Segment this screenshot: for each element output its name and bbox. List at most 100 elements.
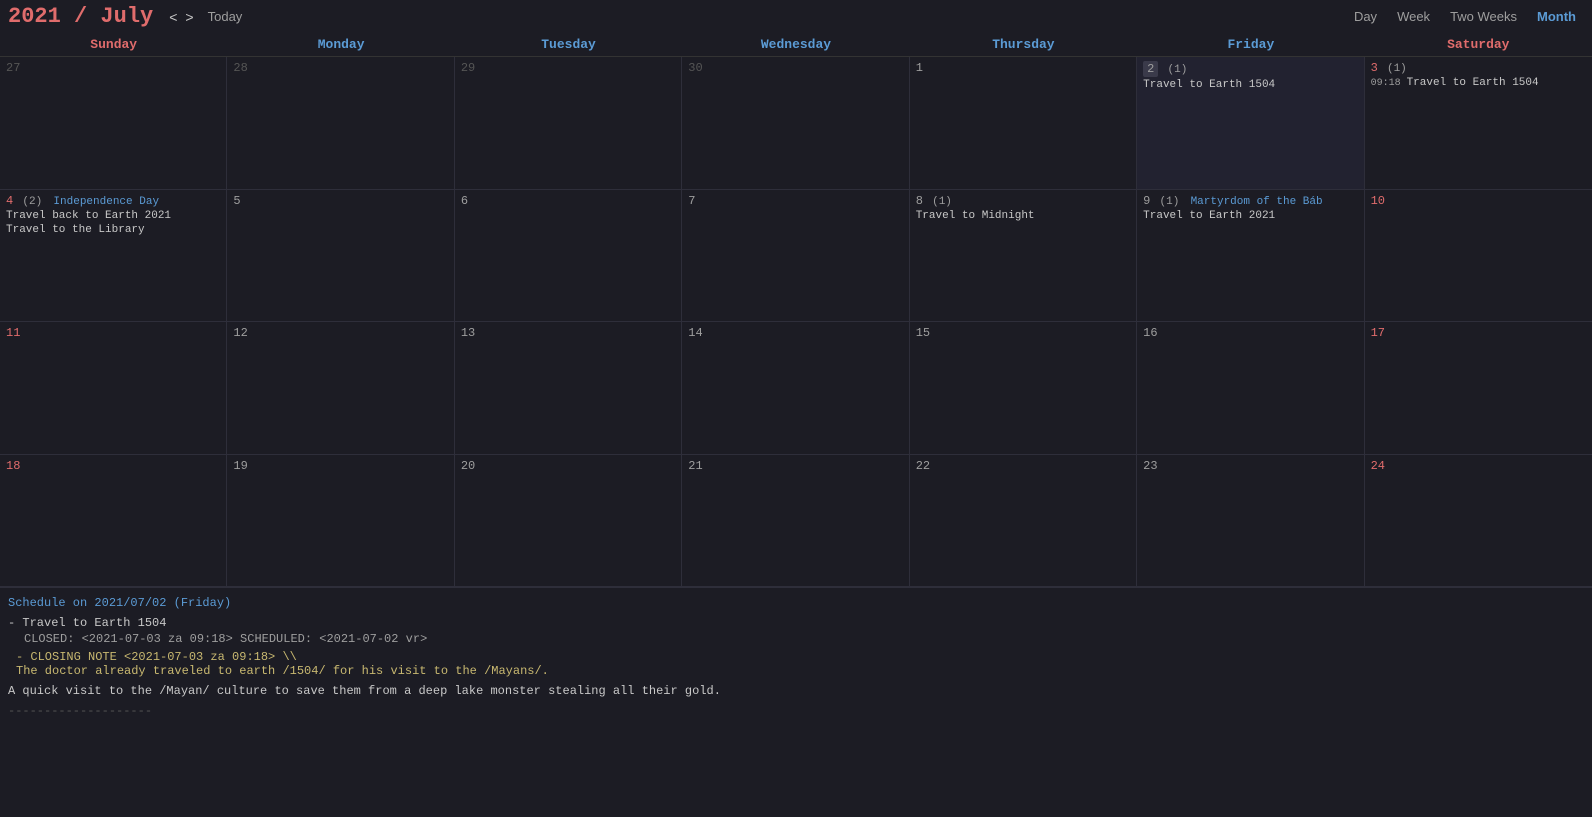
day-cell-jul6[interactable]: 6: [455, 190, 682, 323]
event-travel-back-earth[interactable]: Travel back to Earth 2021: [6, 210, 220, 222]
today-button[interactable]: Today: [202, 9, 249, 24]
day-cell-jul1[interactable]: 1: [910, 57, 1137, 190]
event-travel-earth-1504-sat[interactable]: 09:18 Travel to Earth 1504: [1371, 77, 1586, 89]
day-cell-jul24[interactable]: 24: [1365, 455, 1592, 588]
holiday-label: Independence Day: [53, 196, 159, 208]
detail-closing-label: - CLOSING NOTE <2021-07-03 za 09:18> \\: [16, 650, 1584, 664]
week-view-button[interactable]: Week: [1389, 7, 1438, 26]
day-extra: (1): [1168, 64, 1188, 76]
day-cell-jul3[interactable]: 3 (1) 09:18 Travel to Earth 1504: [1365, 57, 1592, 190]
day-extra: (1): [1387, 63, 1407, 75]
day-number: 13: [461, 326, 475, 340]
detail-header: Schedule on 2021/07/02 (Friday): [8, 596, 1584, 610]
day-cell-jul7[interactable]: 7: [682, 190, 909, 323]
day-number: 6: [461, 194, 468, 208]
event-travel-earth-1504[interactable]: Travel to Earth 1504: [1143, 79, 1357, 91]
day-number: 23: [1143, 459, 1157, 473]
day-cell-jul23[interactable]: 23: [1137, 455, 1364, 588]
saturday-header: Saturday: [1365, 33, 1592, 56]
day-cell-jul21[interactable]: 21: [682, 455, 909, 588]
day-number: 10: [1371, 194, 1385, 208]
day-number: 7: [688, 194, 695, 208]
detail-closing-block: - CLOSING NOTE <2021-07-03 za 09:18> \\ …: [8, 650, 1584, 678]
day-number: 28: [233, 61, 247, 75]
day-number: 11: [6, 326, 20, 340]
day-cell-jun27[interactable]: 27: [0, 57, 227, 190]
detail-closing-body: The doctor already traveled to earth /15…: [16, 664, 1584, 678]
day-number: 20: [461, 459, 475, 473]
event-travel-library[interactable]: Travel to the Library: [6, 224, 220, 236]
day-cell-jul8[interactable]: 8 (1) Travel to Midnight: [910, 190, 1137, 323]
day-view-button[interactable]: Day: [1346, 7, 1385, 26]
day-extra: (1): [932, 196, 952, 208]
day-cell-jul12[interactable]: 12: [227, 322, 454, 455]
day-number: 30: [688, 61, 702, 75]
day-cell-jul22[interactable]: 22: [910, 455, 1137, 588]
day-extra: (1): [1160, 196, 1180, 208]
day-cell-jul2[interactable]: 2 (1) Travel to Earth 1504: [1137, 57, 1364, 190]
day-number: 12: [233, 326, 247, 340]
day-cell-jun30[interactable]: 30: [682, 57, 909, 190]
detail-entry: - Travel to Earth 1504 CLOSED: <2021-07-…: [8, 616, 1584, 698]
view-switcher: Day Week Two Weeks Month: [1346, 7, 1584, 26]
detail-panel: Schedule on 2021/07/02 (Friday) - Travel…: [0, 587, 1592, 718]
year-label: 2021: [8, 4, 61, 29]
day-cell-jul14[interactable]: 14: [682, 322, 909, 455]
holiday-martyrdom: Martyrdom of the Báb: [1191, 196, 1323, 208]
event-travel-earth-2021[interactable]: Travel to Earth 2021: [1143, 210, 1357, 222]
day-cell-jul9[interactable]: 9 (1) Martyrdom of the Báb Travel to Ear…: [1137, 190, 1364, 323]
day-cell-jul18[interactable]: 18: [0, 455, 227, 588]
two-weeks-view-button[interactable]: Two Weeks: [1442, 7, 1525, 26]
day-number: 2: [1143, 61, 1158, 77]
day-cell-jul11[interactable]: 11: [0, 322, 227, 455]
detail-separator: --------------------: [8, 704, 1584, 718]
detail-quick-note: A quick visit to the /Mayan/ culture to …: [8, 684, 1584, 698]
detail-entry-title: - Travel to Earth 1504: [8, 616, 1584, 630]
calendar-grid: 27 28 29 30 1 2 (1) Travel to Earth 1504…: [0, 57, 1592, 587]
calendar-header: 2021 / July < > Today Day Week Two Weeks…: [0, 0, 1592, 33]
day-cell-jun28[interactable]: 28: [227, 57, 454, 190]
page-title: 2021 / July: [8, 4, 153, 29]
day-number: 17: [1371, 326, 1385, 340]
day-cell-jul13[interactable]: 13: [455, 322, 682, 455]
day-number: 1: [916, 61, 923, 75]
day-number: 16: [1143, 326, 1157, 340]
day-number: 27: [6, 61, 20, 75]
day-number: 29: [461, 61, 475, 75]
wednesday-header: Wednesday: [682, 33, 909, 56]
tuesday-header: Tuesday: [455, 33, 682, 56]
day-number: 14: [688, 326, 702, 340]
detail-meta: CLOSED: <2021-07-03 za 09:18> SCHEDULED:…: [24, 632, 1584, 646]
day-cell-jul15[interactable]: 15: [910, 322, 1137, 455]
monday-header: Monday: [227, 33, 454, 56]
day-number: 5: [233, 194, 240, 208]
day-cell-jul5[interactable]: 5: [227, 190, 454, 323]
month-view-button[interactable]: Month: [1529, 7, 1584, 26]
prev-nav-button[interactable]: <: [165, 9, 181, 25]
day-number: 9: [1143, 194, 1150, 208]
day-extra: (2): [22, 196, 42, 208]
day-number: 15: [916, 326, 930, 340]
day-cell-jul19[interactable]: 19: [227, 455, 454, 588]
friday-header: Friday: [1137, 33, 1364, 56]
next-nav-button[interactable]: >: [181, 9, 197, 25]
day-cell-jul4[interactable]: 4 (2) Independence Day Travel back to Ea…: [0, 190, 227, 323]
day-cell-jul17[interactable]: 17: [1365, 322, 1592, 455]
event-travel-midnight[interactable]: Travel to Midnight: [916, 210, 1130, 222]
sunday-header: Sunday: [0, 33, 227, 56]
day-number: 24: [1371, 459, 1385, 473]
day-number: 8: [916, 194, 923, 208]
day-number: 19: [233, 459, 247, 473]
day-cell-jul10[interactable]: 10: [1365, 190, 1592, 323]
day-headers-row: Sunday Monday Tuesday Wednesday Thursday…: [0, 33, 1592, 57]
day-number: 3: [1371, 61, 1378, 75]
day-number: 22: [916, 459, 930, 473]
thursday-header: Thursday: [910, 33, 1137, 56]
month-label: July: [100, 4, 153, 29]
day-cell-jun29[interactable]: 29: [455, 57, 682, 190]
day-number: 4: [6, 194, 13, 208]
day-number: 21: [688, 459, 702, 473]
day-cell-jul16[interactable]: 16: [1137, 322, 1364, 455]
day-cell-jul20[interactable]: 20: [455, 455, 682, 588]
day-number: 18: [6, 459, 20, 473]
